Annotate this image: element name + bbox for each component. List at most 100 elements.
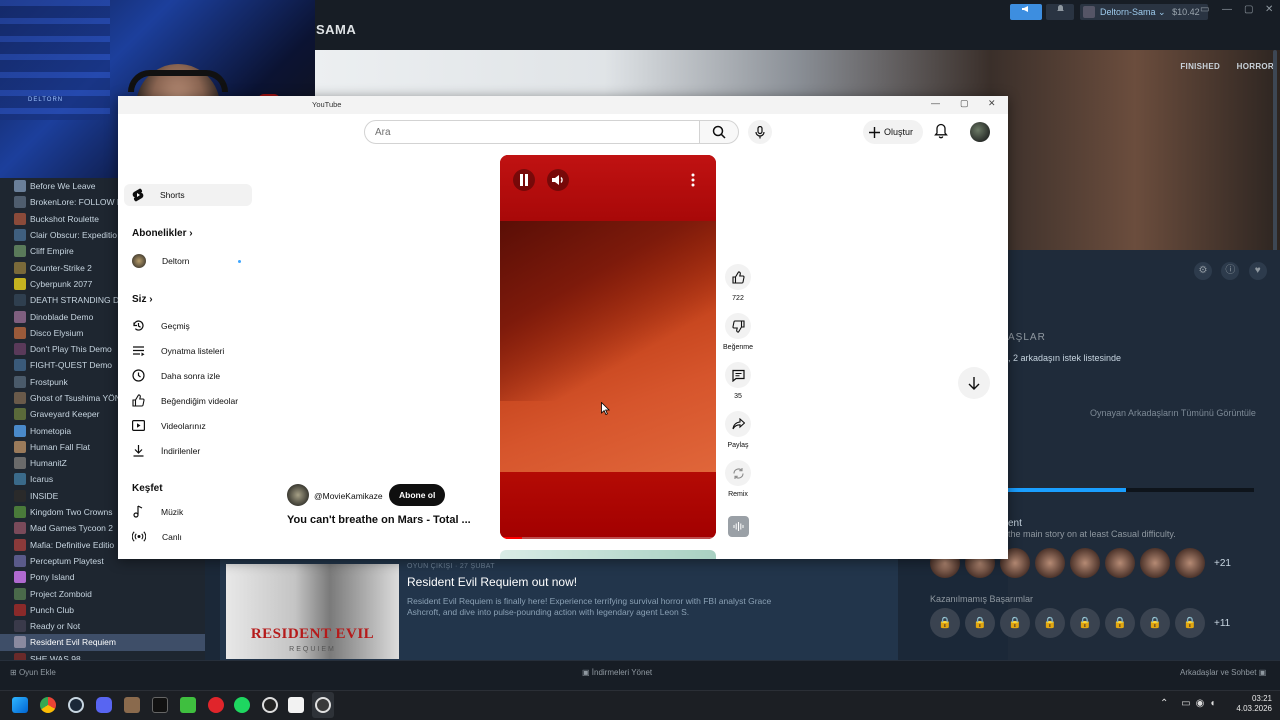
- sidebar-game-item[interactable]: SHE WAS 98: [0, 651, 205, 660]
- remix-circle[interactable]: [725, 460, 751, 486]
- sidebar-game-item[interactable]: Ready or Not: [0, 618, 205, 634]
- search-button[interactable]: [699, 120, 739, 144]
- sidebar-game-item[interactable]: Punch Club: [0, 602, 205, 618]
- shorts-player[interactable]: [500, 155, 716, 539]
- guide-item-shorts[interactable]: Shorts: [132, 188, 185, 202]
- more-locked-count[interactable]: +11: [1214, 618, 1230, 629]
- steam-user-menu[interactable]: Deltorn-Sama ⌄ $10.42: [1080, 4, 1208, 20]
- volume-icon[interactable]: ◖: [1209, 698, 1220, 709]
- epic-games-icon[interactable]: [152, 697, 168, 713]
- mute-button[interactable]: [547, 169, 569, 191]
- guide-item-live[interactable]: Canlı: [132, 530, 182, 543]
- lock-icon[interactable]: 🔒: [965, 608, 995, 638]
- add-game-button[interactable]: ⊞ Oyun Ekle: [10, 668, 56, 677]
- minecraft-icon[interactable]: [180, 697, 196, 713]
- achievement-icon[interactable]: [1140, 548, 1170, 578]
- account-avatar[interactable]: [970, 122, 990, 142]
- create-button[interactable]: Oluştur: [863, 120, 924, 144]
- guide-item-history[interactable]: Geçmiş: [132, 319, 190, 332]
- settings-app-icon[interactable]: [262, 697, 278, 713]
- lock-icon[interactable]: 🔒: [1070, 608, 1100, 638]
- remix-button[interactable]: Remix: [725, 460, 751, 498]
- steam-notification-button[interactable]: [1046, 4, 1074, 20]
- discord-icon[interactable]: [96, 697, 112, 713]
- next-short-button[interactable]: [958, 367, 990, 399]
- channel-handle[interactable]: @MovieKamikaze: [314, 491, 383, 501]
- you-heading[interactable]: Siz ›: [132, 294, 153, 305]
- guide-item-playlists[interactable]: Oynatma listeleri: [132, 344, 224, 357]
- yt-minimize-button[interactable]: —: [931, 98, 940, 108]
- guide-item-music[interactable]: Müzik: [132, 505, 183, 518]
- chrome-icon[interactable]: [40, 697, 56, 713]
- news-card[interactable]: RESIDENT EVIL REQUIEM OYUN ÇIKIŞI · 27 Ş…: [220, 558, 898, 660]
- like-button[interactable]: 722: [725, 264, 751, 302]
- steam-icon[interactable]: [68, 697, 84, 713]
- news-thumbnail[interactable]: RESIDENT EVIL REQUIEM: [226, 564, 399, 659]
- monitor-icon[interactable]: ▭: [1200, 4, 1209, 15]
- tag-horror[interactable]: HORROR: [1237, 62, 1274, 71]
- comments-button[interactable]: 35: [725, 362, 751, 400]
- more-achievements-count[interactable]: +21: [1214, 558, 1231, 569]
- lock-icon[interactable]: 🔒: [1035, 608, 1065, 638]
- voice-search-button[interactable]: [748, 120, 772, 144]
- dislike-circle[interactable]: [725, 313, 751, 339]
- sidebar-game-item[interactable]: Project Zomboid: [0, 585, 205, 601]
- achievement-icon[interactable]: [1105, 548, 1135, 578]
- system-tray[interactable]: ⌃ ▭◉◖: [1160, 698, 1220, 709]
- subscribe-button[interactable]: Abone ol: [389, 484, 446, 506]
- yt-close-button[interactable]: ✕: [988, 98, 996, 109]
- spotify-icon[interactable]: [234, 697, 250, 713]
- close-button[interactable]: ✕: [1265, 4, 1273, 15]
- yt-maximize-button[interactable]: ▢: [960, 98, 969, 109]
- wifi-icon[interactable]: ◉: [1196, 698, 1210, 709]
- next-short-preview[interactable]: [500, 550, 716, 559]
- lock-icon[interactable]: 🔒: [930, 608, 960, 638]
- lock-icon[interactable]: 🔒: [1000, 608, 1030, 638]
- share-button[interactable]: Paylaş: [725, 411, 751, 449]
- tag-finished[interactable]: FINISHED: [1180, 62, 1220, 71]
- achievement-icon[interactable]: [1035, 548, 1065, 578]
- lock-icon[interactable]: 🔒: [1105, 608, 1135, 638]
- achievement-icon[interactable]: [1175, 548, 1205, 578]
- friends-chat-button[interactable]: Arkadaşlar ve Sohbet ▣: [1180, 668, 1266, 677]
- channel-avatar[interactable]: [287, 484, 309, 506]
- maximize-button[interactable]: ▢: [1244, 4, 1253, 15]
- info-icon[interactable]: ⓘ: [1221, 262, 1240, 280]
- comments-circle[interactable]: [725, 362, 751, 388]
- capcut-icon[interactable]: [288, 697, 304, 713]
- announcement-button[interactable]: [1010, 4, 1042, 20]
- guide-item-channel[interactable]: Deltorn: [132, 254, 189, 268]
- windows-start-icon[interactable]: [12, 697, 28, 713]
- lock-icon[interactable]: 🔒: [1175, 608, 1205, 638]
- guide-item-watch-later[interactable]: Daha sonra izle: [132, 369, 220, 382]
- sidebar-game-item[interactable]: Resident Evil Requiem: [0, 634, 205, 651]
- more-options-button[interactable]: [686, 169, 700, 191]
- notifications-button[interactable]: [934, 123, 948, 142]
- pause-button[interactable]: [513, 169, 535, 191]
- view-all-friends-link[interactable]: Oynayan Arkadaşların Tümünü Görüntüle: [1090, 408, 1256, 418]
- sound-source-button[interactable]: [728, 516, 749, 537]
- guide-item-liked-videos[interactable]: Beğendiğim videolar: [132, 394, 238, 407]
- red-app-icon[interactable]: [208, 697, 224, 713]
- news-title[interactable]: Resident Evil Requiem out now!: [407, 575, 577, 589]
- lock-icon[interactable]: 🔒: [1140, 608, 1170, 638]
- window-titlebar[interactable]: [118, 96, 1008, 114]
- guide-item-downloads[interactable]: İndirilenler: [132, 444, 200, 457]
- achievement-icon[interactable]: [1070, 548, 1100, 578]
- dislike-button[interactable]: Beğenme: [723, 313, 753, 351]
- sidebar-game-item[interactable]: Pony Island: [0, 569, 205, 585]
- obs-icon[interactable]: [315, 697, 331, 713]
- chevron-up-icon[interactable]: ⌃: [1160, 698, 1173, 709]
- downloads-button[interactable]: ▣ İndirmeleri Yönet: [582, 668, 652, 677]
- guide-item-your-videos[interactable]: Videolarınız: [132, 419, 206, 432]
- subscriptions-heading[interactable]: Abonelikler ›: [132, 228, 193, 239]
- shorts-progress-bar[interactable]: [500, 537, 716, 539]
- network-icon[interactable]: ▭: [1181, 698, 1195, 709]
- like-circle[interactable]: [725, 264, 751, 290]
- search-input[interactable]: [364, 120, 700, 144]
- shorts-video-frame[interactable]: [500, 221, 716, 472]
- share-circle[interactable]: [725, 411, 751, 437]
- short-title[interactable]: You can't breathe on Mars - Total ...: [287, 514, 471, 526]
- gear-icon[interactable]: ⚙: [1194, 262, 1212, 280]
- taskbar-clock[interactable]: 03:21 4.03.2026: [1228, 694, 1272, 714]
